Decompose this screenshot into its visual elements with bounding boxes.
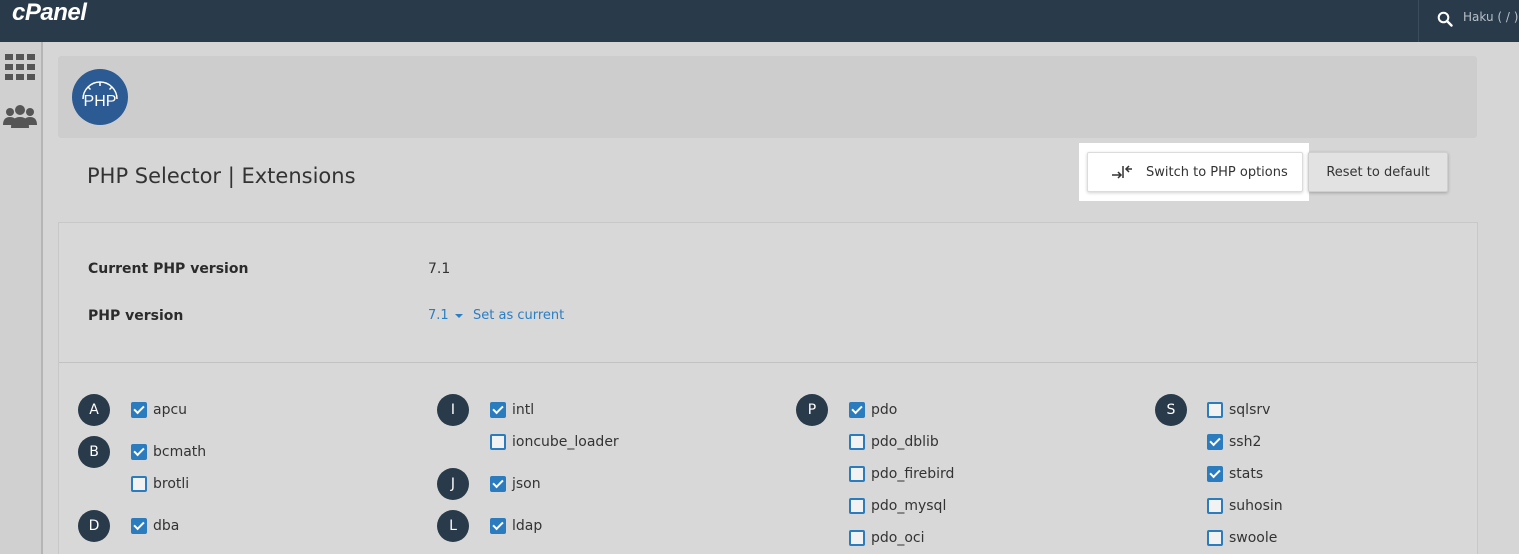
letter-badge-d: D <box>78 510 110 542</box>
checkbox-ssh2[interactable] <box>1207 434 1223 450</box>
letter-badge-b: B <box>78 436 110 468</box>
checkbox-apcu[interactable] <box>131 402 147 418</box>
caret-down-icon <box>454 313 463 318</box>
checkbox-pdo-mysql[interactable] <box>849 498 865 514</box>
extension-bcmath[interactable]: bcmath <box>131 442 206 462</box>
search-icon[interactable] <box>1437 11 1453 27</box>
letter-badge-s: S <box>1155 394 1187 426</box>
extension-suhosin[interactable]: suhosin <box>1207 496 1283 516</box>
checkbox-brotli[interactable] <box>131 476 147 492</box>
checkbox-suhosin[interactable] <box>1207 498 1223 514</box>
checkbox-stats[interactable] <box>1207 466 1223 482</box>
cpanel-logo[interactable]: cPanel <box>12 0 87 27</box>
extension-ioncube-loader[interactable]: ioncube_loader <box>490 432 619 452</box>
php-version-label: PHP version <box>88 308 184 324</box>
extension-apcu[interactable]: apcu <box>131 400 187 420</box>
extension-json[interactable]: json <box>490 474 541 494</box>
header-panel: PHP <box>58 56 1477 138</box>
extension-ldap[interactable]: ldap <box>490 516 542 536</box>
extension-pdo-firebird[interactable]: pdo_firebird <box>849 464 954 484</box>
extension-pdo-mysql[interactable]: pdo_mysql <box>849 496 946 516</box>
checkbox-intl[interactable] <box>490 402 506 418</box>
checkbox-pdo-firebird[interactable] <box>849 466 865 482</box>
extension-pdo-dblib[interactable]: pdo_dblib <box>849 432 939 452</box>
checkbox-sqlsrv[interactable] <box>1207 402 1223 418</box>
checkbox-swoole[interactable] <box>1207 530 1223 546</box>
extension-swoole[interactable]: swoole <box>1207 528 1277 548</box>
checkbox-bcmath[interactable] <box>131 444 147 460</box>
extension-stats[interactable]: stats <box>1207 464 1263 484</box>
set-as-current-link[interactable]: Set as current <box>473 308 564 323</box>
checkbox-pdo-oci[interactable] <box>849 530 865 546</box>
svg-text:PHP: PHP <box>84 93 117 110</box>
letter-badge-j: J <box>437 468 469 500</box>
switch-to-php-options-button[interactable]: Switch to PHP options <box>1087 152 1303 192</box>
extension-pdo-oci[interactable]: pdo_oci <box>849 528 925 548</box>
left-sidebar <box>0 42 43 554</box>
extension-ssh2[interactable]: ssh2 <box>1207 432 1261 452</box>
extension-dba[interactable]: dba <box>131 516 179 536</box>
php-logo-icon: PHP <box>72 69 128 125</box>
php-version-selected: 7.1 <box>428 308 449 323</box>
card-divider <box>59 362 1477 363</box>
user-label[interactable]: Haku ( / ) <box>1463 10 1518 24</box>
extension-pdo[interactable]: pdo <box>849 400 897 420</box>
extension-intl[interactable]: intl <box>490 400 534 420</box>
checkbox-pdo-dblib[interactable] <box>849 434 865 450</box>
switch-arrows-icon <box>1112 165 1132 179</box>
apps-grid-icon[interactable] <box>5 54 35 80</box>
checkbox-ioncube-loader[interactable] <box>490 434 506 450</box>
current-version-label: Current PHP version <box>88 261 249 277</box>
php-version-dropdown[interactable]: 7.1 <box>428 308 463 323</box>
letter-badge-p: P <box>796 394 828 426</box>
current-version-value: 7.1 <box>428 261 451 277</box>
letter-badge-l: L <box>437 510 469 542</box>
page-title: PHP Selector | Extensions <box>87 164 356 188</box>
users-icon[interactable] <box>3 104 37 128</box>
checkbox-pdo[interactable] <box>849 402 865 418</box>
extension-brotli[interactable]: brotli <box>131 474 189 494</box>
search-user-area[interactable]: Haku ( / ) <box>1418 0 1519 42</box>
reset-to-default-button[interactable]: Reset to default <box>1308 152 1448 192</box>
letter-badge-i: I <box>437 394 469 426</box>
checkbox-ldap[interactable] <box>490 518 506 534</box>
switch-button-label: Switch to PHP options <box>1146 164 1288 180</box>
extension-sqlsrv[interactable]: sqlsrv <box>1207 400 1270 420</box>
checkbox-dba[interactable] <box>131 518 147 534</box>
top-bar: cPanel Haku ( / ) <box>0 0 1519 42</box>
checkbox-json[interactable] <box>490 476 506 492</box>
letter-badge-a: A <box>78 394 110 426</box>
